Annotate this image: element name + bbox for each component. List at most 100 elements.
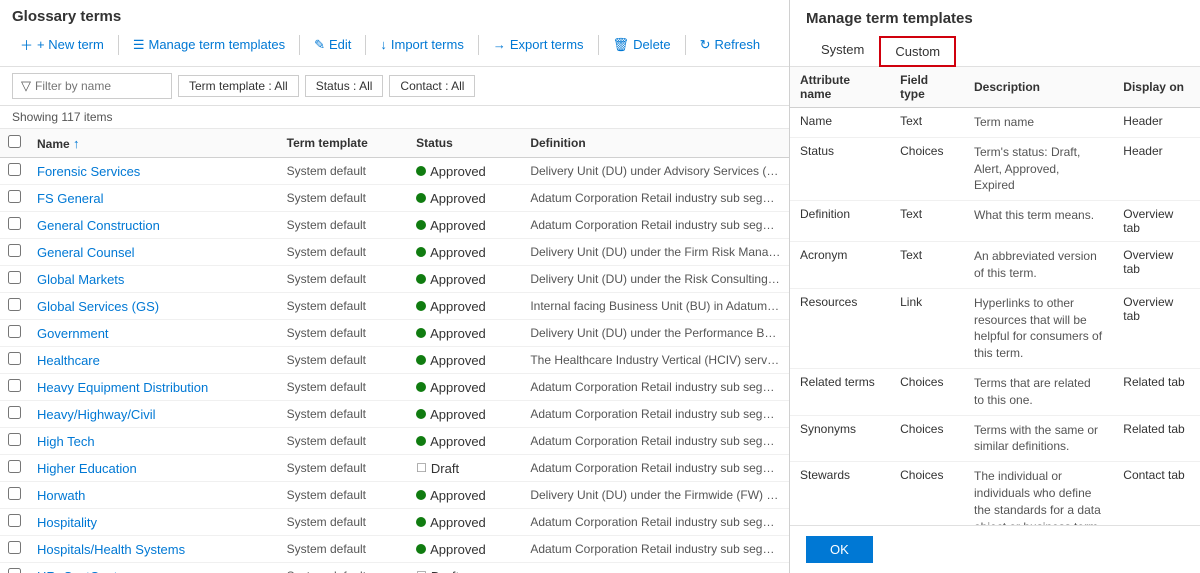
- attr-row: DefinitionTextWhat this term means.Overv…: [790, 201, 1200, 242]
- row-checkbox[interactable]: [8, 433, 21, 446]
- attr-header-row: Attribute name Field type Description Di…: [790, 67, 1200, 108]
- manage-term-templates-button[interactable]: ☰ Manage term templates: [125, 33, 293, 57]
- term-name-link[interactable]: Hospitality: [37, 515, 97, 530]
- row-checkbox[interactable]: [8, 541, 21, 554]
- export-terms-button[interactable]: → Export terms: [485, 33, 592, 56]
- row-checkbox[interactable]: [8, 325, 21, 338]
- row-checkbox[interactable]: [8, 406, 21, 419]
- term-template-cell: System default: [279, 320, 409, 347]
- delete-icon: 🗑: [613, 37, 630, 53]
- term-name-link[interactable]: Higher Education: [37, 461, 137, 476]
- ok-button[interactable]: OK: [806, 536, 873, 563]
- attr-row: StewardsChoicesThe individual or individ…: [790, 462, 1200, 525]
- row-checkbox[interactable]: [8, 352, 21, 365]
- attr-name-cell: Synonyms: [790, 415, 890, 462]
- row-checkbox[interactable]: [8, 217, 21, 230]
- term-name-link[interactable]: Government: [37, 326, 109, 341]
- definition-column-header: Definition: [522, 129, 789, 158]
- tab-system[interactable]: System: [806, 35, 879, 66]
- definition-cell: Adatum Corporation Retail industry sub s…: [522, 536, 789, 563]
- definition-cell: Delivery Unit (DU) under the Firm Risk M…: [522, 239, 789, 266]
- row-checkbox[interactable]: [8, 460, 21, 473]
- draft-icon: ☐: [416, 569, 427, 573]
- right-panel: Manage term templates System Custom Attr…: [790, 0, 1200, 573]
- term-name-link[interactable]: Forensic Services: [37, 164, 140, 179]
- manage-templates-title: Manage term templates: [806, 10, 1184, 27]
- row-checkbox[interactable]: [8, 244, 21, 257]
- term-name-link[interactable]: Horwath: [37, 488, 85, 503]
- select-all-checkbox[interactable]: [8, 135, 21, 148]
- term-name-link[interactable]: Heavy/Highway/Civil: [37, 407, 155, 422]
- select-all-checkbox-header[interactable]: [0, 129, 29, 158]
- approved-dot: [416, 409, 426, 419]
- status-column-header[interactable]: Status: [408, 129, 522, 158]
- attr-name-cell: Resources: [790, 288, 890, 368]
- status-cell: Approved: [408, 374, 522, 401]
- term-name-link[interactable]: FS General: [37, 191, 103, 206]
- name-column-header[interactable]: Name ↑: [29, 129, 279, 158]
- separator5: [598, 35, 599, 55]
- status-approved: Approved: [416, 353, 514, 368]
- term-template-filter[interactable]: Term template : All: [178, 75, 299, 97]
- refresh-icon: ↻: [700, 37, 711, 53]
- row-checkbox[interactable]: [8, 568, 21, 573]
- filter-by-name-input[interactable]: [35, 79, 155, 93]
- row-checkbox[interactable]: [8, 271, 21, 284]
- term-name-link[interactable]: Global Services (GS): [37, 299, 159, 314]
- status-cell: Approved: [408, 320, 522, 347]
- description-cell: Term name: [964, 108, 1113, 138]
- manage-templates-icon: ☰: [133, 37, 145, 53]
- term-name-link[interactable]: High Tech: [37, 434, 95, 449]
- status-cell: Approved: [408, 347, 522, 374]
- term-name-link[interactable]: General Construction: [37, 218, 160, 233]
- tab-custom[interactable]: Custom: [879, 36, 956, 67]
- definition-cell: Adatum Corporation Retail industry sub s…: [522, 455, 789, 482]
- approved-dot: [416, 490, 426, 500]
- display-on-cell: Header: [1113, 108, 1200, 138]
- term-name-link[interactable]: General Counsel: [37, 245, 135, 260]
- term-name-link[interactable]: Global Markets: [37, 272, 124, 287]
- term-name-link[interactable]: Hospitals/Health Systems: [37, 542, 185, 557]
- terms-table-container: Name ↑ Term template Status Definition F…: [0, 129, 789, 573]
- row-checkbox[interactable]: [8, 379, 21, 392]
- definition-cell: Delivery Unit (DU) under the Firmwide (F…: [522, 482, 789, 509]
- definition-cell: Adatum Corporation Retail industry sub s…: [522, 185, 789, 212]
- approved-dot: [416, 436, 426, 446]
- definition-cell: Adatum Corporation Retail industry sub s…: [522, 509, 789, 536]
- status-approved: Approved: [416, 299, 514, 314]
- definition-cell: [522, 563, 789, 573]
- refresh-button[interactable]: ↻ Refresh: [692, 33, 768, 57]
- new-term-button[interactable]: ＋ + New term: [12, 31, 112, 58]
- edit-button[interactable]: ✎ Edit: [306, 33, 359, 57]
- term-name-link[interactable]: Healthcare: [37, 353, 100, 368]
- row-checkbox[interactable]: [8, 190, 21, 203]
- sort-icon: ↑: [73, 136, 80, 151]
- table-row: HospitalitySystem default ApprovedAdatum…: [0, 509, 789, 536]
- term-name-link[interactable]: HR_CostCenter: [37, 569, 129, 573]
- status-filter[interactable]: Status : All: [305, 75, 384, 97]
- row-checkbox[interactable]: [8, 163, 21, 176]
- term-name-link[interactable]: Heavy Equipment Distribution: [37, 380, 208, 395]
- row-checkbox[interactable]: [8, 514, 21, 527]
- display-on-cell: Header: [1113, 137, 1200, 200]
- table-row: HealthcareSystem default ApprovedThe Hea…: [0, 347, 789, 374]
- status-cell: Approved: [408, 293, 522, 320]
- status-approved: Approved: [416, 407, 514, 422]
- field-type-cell: Link: [890, 288, 964, 368]
- contact-filter[interactable]: Contact : All: [389, 75, 475, 97]
- import-terms-button[interactable]: ↓ Import terms: [372, 33, 471, 56]
- row-checkbox[interactable]: [8, 298, 21, 311]
- status-cell: Approved: [408, 401, 522, 428]
- table-row: Global Services (GS)System default Appro…: [0, 293, 789, 320]
- description-cell: An abbreviated version of this term.: [964, 242, 1113, 289]
- filter-icon: ▽: [21, 78, 31, 94]
- delete-button[interactable]: 🗑 Delete: [605, 33, 679, 57]
- definition-cell: Delivery Unit (DU) under Advisory Servic…: [522, 158, 789, 185]
- filter-bar: ▽ Term template : All Status : All Conta…: [0, 67, 789, 106]
- description-cell: Terms that are related to this one.: [964, 368, 1113, 415]
- table-row: HorwathSystem default ApprovedDelivery U…: [0, 482, 789, 509]
- status-approved: Approved: [416, 326, 514, 341]
- term-template-column-header[interactable]: Term template: [279, 129, 409, 158]
- display-on-col-header: Display on: [1113, 67, 1200, 108]
- row-checkbox[interactable]: [8, 487, 21, 500]
